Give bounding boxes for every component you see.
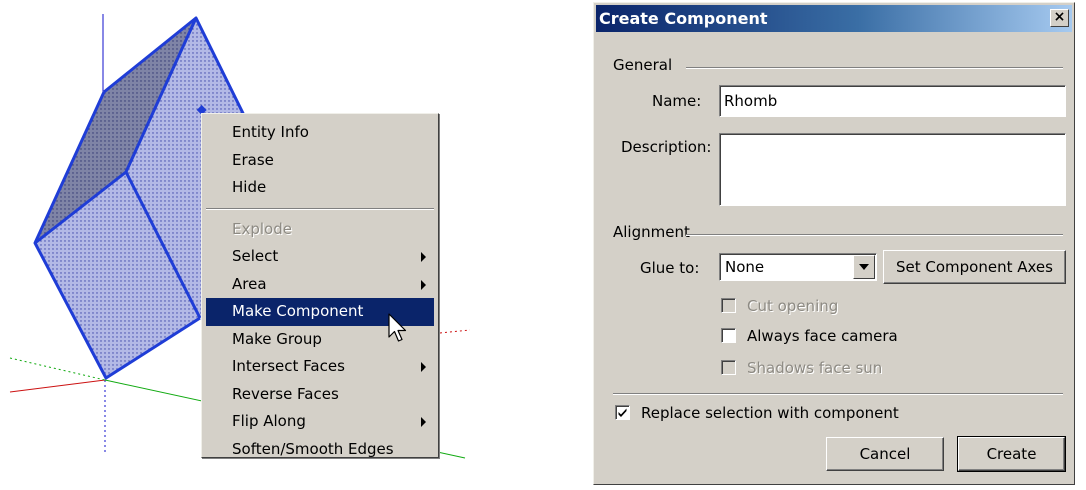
menu-item-intersect-faces[interactable]: Intersect Faces: [202, 353, 438, 381]
glue-to-value: None: [725, 258, 765, 276]
menu-item-label: Entity Info: [232, 123, 309, 141]
menu-separator: [206, 207, 434, 210]
menu-item-flip-along[interactable]: Flip Along: [202, 408, 438, 436]
menu-item-label: Hide: [232, 178, 267, 196]
menu-item-select[interactable]: Select: [202, 243, 438, 271]
description-input[interactable]: [719, 133, 1066, 206]
shadows-face-sun-checkbox[interactable]: [721, 360, 736, 375]
menu-item-label: Make Component: [232, 302, 364, 320]
menu-item-hide[interactable]: Hide: [202, 174, 438, 202]
submenu-arrow-icon: [421, 417, 426, 427]
name-label: Name:: [652, 92, 702, 110]
menu-item-label: Make Group: [232, 329, 322, 348]
general-section-divider: [686, 67, 1063, 69]
description-label: Description:: [621, 138, 712, 156]
submenu-arrow-icon: [421, 362, 426, 372]
dialog-title-bar[interactable]: Create Component ×: [596, 5, 1072, 32]
create-component-dialog: Create Component × General Name: Descrip…: [593, 2, 1075, 485]
always-face-camera-checkbox[interactable]: [721, 328, 736, 343]
red-axis-dotted: [439, 329, 470, 334]
menu-item-erase[interactable]: Erase: [202, 147, 438, 175]
submenu-arrow-icon: [421, 279, 426, 290]
options-divider: [613, 393, 1063, 395]
submenu-arrow-icon: [421, 252, 426, 262]
menu-item-entity-info[interactable]: Entity Info: [202, 119, 438, 147]
menu-item-label: Reverse Faces: [232, 384, 339, 403]
menu-item-label: Area: [232, 274, 267, 293]
replace-selection-checkbox[interactable]: [615, 405, 630, 420]
close-button[interactable]: ×: [1050, 9, 1069, 27]
menu-item-soften-smooth-edges[interactable]: Soften/Smooth Edges: [202, 436, 438, 464]
create-button[interactable]: Create: [957, 436, 1066, 472]
general-section-label: General: [613, 56, 673, 74]
green-axis-dotted: [9, 357, 106, 381]
close-icon: ×: [1053, 9, 1066, 25]
glue-to-select[interactable]: None: [719, 253, 877, 281]
menu-item-label: Erase: [232, 150, 274, 169]
context-menu: Entity Info Erase Hide Explode Select Area Mak…: [201, 113, 439, 458]
cut-opening-label: Cut opening: [747, 297, 839, 315]
menu-item-label: Flip Along: [232, 412, 306, 430]
always-face-camera-label: Always face camera: [747, 327, 898, 345]
menu-item-area[interactable]: Area: [202, 271, 438, 299]
cut-opening-checkbox[interactable]: [721, 298, 736, 313]
alignment-section-divider: [686, 234, 1063, 236]
menu-item-label: Select: [232, 247, 279, 265]
red-axis: [9, 379, 106, 393]
glue-to-label: Glue to:: [640, 259, 700, 277]
checkmark-icon: [618, 408, 627, 417]
menu-item-label: Intersect Faces: [232, 357, 345, 375]
dialog-title: Create Component: [599, 9, 768, 28]
glue-dropdown-button[interactable]: [853, 255, 875, 279]
menu-item-label: Explode: [232, 219, 292, 238]
menu-item-explode: Explode: [202, 216, 438, 244]
shadows-face-sun-label: Shadows face sun: [747, 359, 883, 377]
cancel-button[interactable]: Cancel: [826, 437, 944, 471]
chevron-down-icon: [859, 264, 869, 270]
name-input[interactable]: [719, 85, 1066, 117]
mouse-pointer-icon: [388, 313, 407, 342]
set-component-axes-button[interactable]: Set Component Axes: [883, 250, 1066, 284]
replace-selection-label: Replace selection with component: [641, 404, 899, 422]
menu-item-reverse-faces[interactable]: Reverse Faces: [202, 381, 438, 409]
menu-item-label: Soften/Smooth Edges: [232, 439, 394, 458]
alignment-section-label: Alignment: [613, 223, 690, 241]
